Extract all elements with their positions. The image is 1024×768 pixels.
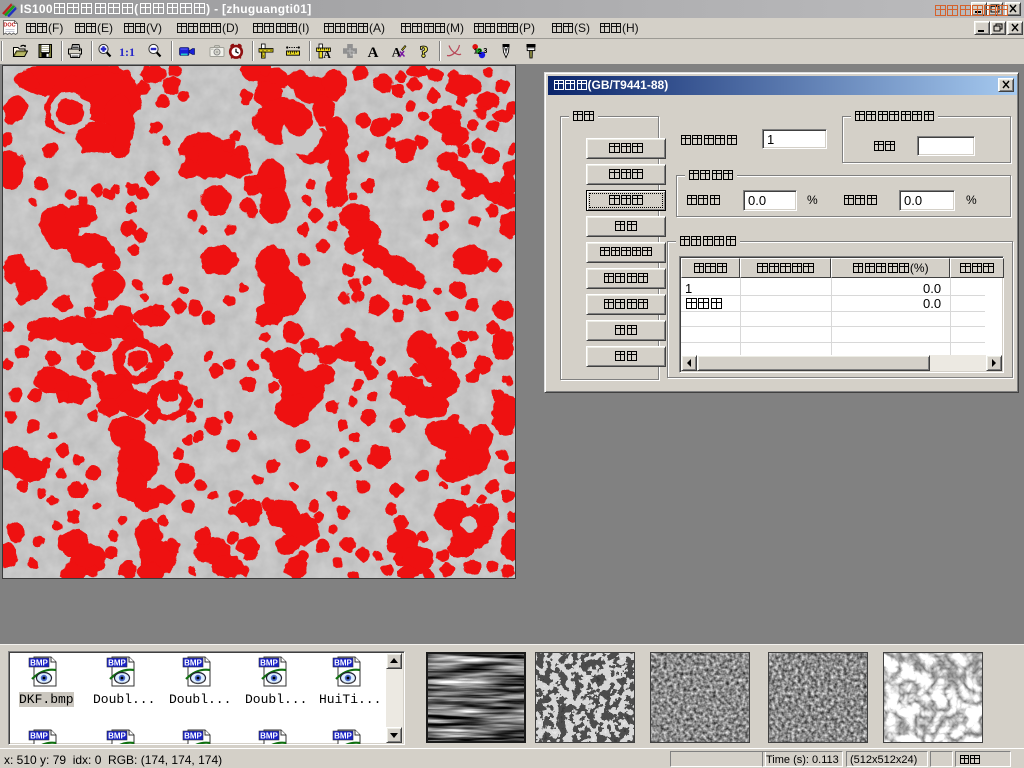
svg-text:A: A xyxy=(368,45,379,59)
svg-text:BMP: BMP xyxy=(334,732,352,741)
svg-text:BMP: BMP xyxy=(108,659,126,668)
svg-text:BMP: BMP xyxy=(184,732,202,741)
svg-text:?: ? xyxy=(420,44,428,59)
svg-text:BMP: BMP xyxy=(108,732,126,741)
svg-text:BMP: BMP xyxy=(30,732,48,741)
svg-text:1:1: 1:1 xyxy=(119,45,135,59)
svg-text:A: A xyxy=(323,50,331,59)
svg-text:2: 2 xyxy=(478,47,482,56)
svg-text:BMP: BMP xyxy=(30,659,48,668)
svg-text:3: 3 xyxy=(483,46,487,55)
svg-text:BMP: BMP xyxy=(260,732,278,741)
svg-text:DOC: DOC xyxy=(3,23,15,29)
svg-text:BMP: BMP xyxy=(334,659,352,668)
svg-text:BMP: BMP xyxy=(184,659,202,668)
svg-text:BMP: BMP xyxy=(260,659,278,668)
